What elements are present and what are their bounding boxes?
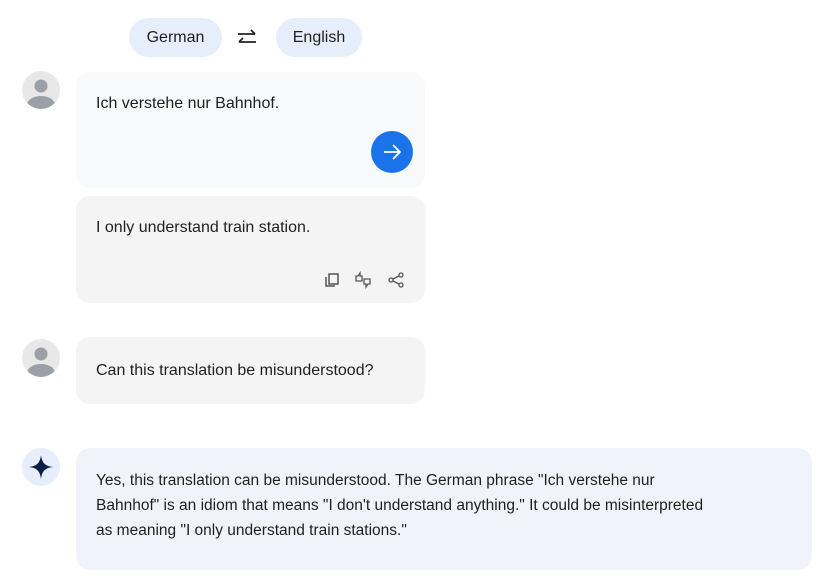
user-question-text: Can this translation be misunderstood? <box>96 362 374 379</box>
feedback-thumbs-icon[interactable] <box>354 271 372 289</box>
target-language-chip[interactable]: English <box>276 18 362 57</box>
translation-card: I only understand train station. <box>76 196 425 303</box>
assistant-avatar <box>22 448 60 486</box>
assistant-response-bubble: Yes, this translation can be misundersto… <box>76 448 812 570</box>
user-avatar <box>22 71 60 109</box>
user-avatar <box>22 339 60 377</box>
gemini-sparkle-icon <box>29 455 53 479</box>
response-line: as meaning "I only understand train stat… <box>96 522 407 539</box>
source-language-chip[interactable]: German <box>129 18 222 57</box>
translate-arrow-icon <box>384 144 402 160</box>
translated-text: I only understand train station. <box>96 219 311 236</box>
source-text-card[interactable]: Ich verstehe nur Bahnhof. <box>76 72 425 188</box>
response-line: Yes, this translation can be misundersto… <box>96 472 655 489</box>
copy-icon[interactable] <box>323 271 341 289</box>
response-line: Bahnhof" is an idiom that means "I don't… <box>96 497 704 514</box>
source-text: Ich verstehe nur Bahnhof. <box>96 95 280 112</box>
user-question-bubble: Can this translation be misunderstood? <box>76 337 425 404</box>
swap-arrows-icon[interactable] <box>236 28 258 48</box>
translate-button[interactable] <box>371 131 413 173</box>
share-icon[interactable] <box>387 271 405 289</box>
